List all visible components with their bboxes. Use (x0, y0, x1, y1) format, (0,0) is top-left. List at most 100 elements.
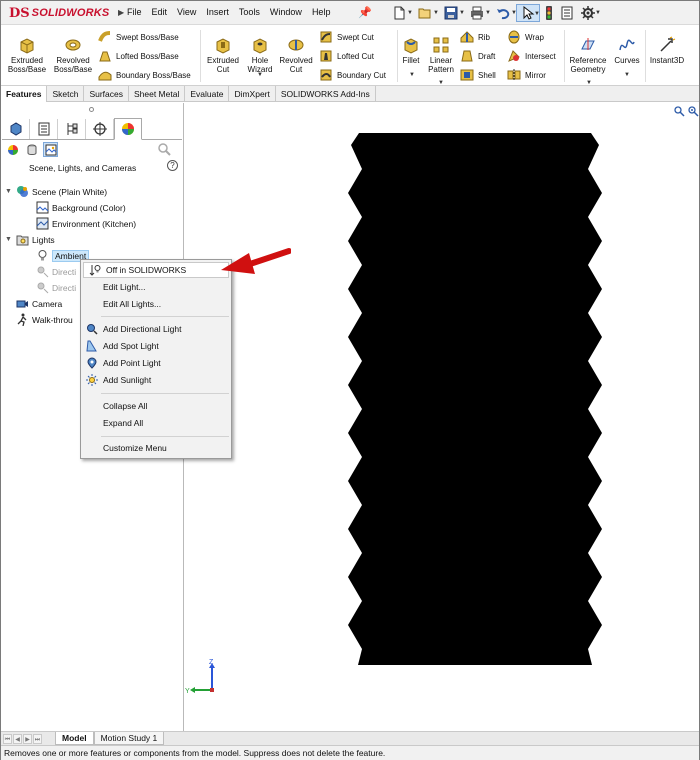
tree-item-lights[interactable]: ▼ Lights (5, 232, 55, 247)
tree-label-lights: Lights (32, 234, 55, 245)
open-button[interactable]: ▼ (412, 4, 439, 22)
expand-arrow-icon[interactable]: ▼ (5, 236, 13, 243)
select-button[interactable]: ▼ (516, 4, 540, 22)
zoom-area-icon[interactable] (688, 106, 699, 117)
reference-geometry-button[interactable]: Reference Geometry (565, 26, 611, 74)
tree-item-background[interactable]: Background (Color) (36, 200, 126, 215)
configuration-manager-tab[interactable] (58, 119, 86, 139)
camera-icon (16, 297, 29, 310)
search-lights-icon[interactable] (158, 143, 171, 156)
swept-cut-button[interactable]: Swept Cut (319, 30, 374, 44)
menu-item-collapse-all[interactable]: Collapse All (81, 398, 231, 414)
tab-surfaces[interactable]: Surfaces (84, 86, 129, 102)
zoom-to-fit-icon[interactable] (674, 106, 685, 117)
fillet-dropdown-icon[interactable]: ▼ (409, 72, 415, 78)
hole-wizard-dropdown-icon[interactable]: ▼ (257, 72, 263, 78)
revolved-cut-button[interactable]: Revolved Cut (276, 26, 316, 74)
last-tab-arrow-icon[interactable]: ⏭ (33, 733, 42, 744)
instant3d-button[interactable]: Instant3D (646, 26, 688, 65)
first-tab-arrow-icon[interactable]: ⏮ (3, 733, 12, 744)
menu-file[interactable]: File (127, 7, 142, 17)
boundary-cut-button[interactable]: Boundary Cut (319, 68, 386, 82)
decals-button[interactable] (24, 142, 39, 157)
tab-solidworks-add-ins[interactable]: SOLIDWORKS Add-Ins (276, 86, 376, 102)
options-button[interactable]: ▼ (576, 4, 601, 22)
menu-insert[interactable]: Insert (206, 7, 229, 17)
tree-item-directional-1[interactable]: Directi (36, 264, 76, 279)
menu-item-off-in-solidworks[interactable]: Off in SOLIDWORKS (83, 262, 229, 278)
scene-lights-cameras-button[interactable] (43, 142, 58, 157)
save-button[interactable]: ▼ (438, 4, 465, 22)
save-icon (444, 6, 458, 20)
tree-item-scene[interactable]: ▼ Scene (Plain White) (5, 184, 107, 199)
menu-help[interactable]: Help (312, 7, 331, 17)
solidworks-window: DS SOLIDWORKS ▶ File Edit View Insert To… (0, 0, 700, 760)
lofted-cut-button[interactable]: Lofted Cut (319, 49, 374, 63)
shell-button[interactable]: Shell (460, 68, 496, 82)
tab-dimxpert[interactable]: DimXpert (229, 86, 276, 102)
file-properties-button[interactable] (558, 4, 576, 22)
menu-label-expand-all: Expand All (103, 418, 144, 428)
tab-model[interactable]: Model (55, 732, 94, 745)
menu-item-add-point-light[interactable]: Add Point Light (81, 355, 231, 371)
help-icon[interactable]: ? (167, 160, 178, 171)
next-tab-arrow-icon[interactable]: ▶ (23, 733, 32, 744)
menu-view[interactable]: View (177, 7, 196, 17)
draft-button[interactable]: Draft (460, 49, 495, 63)
hole-wizard-button[interactable]: Hole Wizard (241, 26, 279, 74)
tree-item-camera[interactable]: Camera (16, 296, 62, 311)
new-document-button[interactable]: ▼ (386, 4, 413, 22)
tab-features[interactable]: Features (1, 86, 48, 102)
wrap-icon (507, 30, 521, 44)
display-manager-tab[interactable] (114, 118, 142, 140)
tab-evaluate[interactable]: Evaluate (185, 86, 230, 102)
pin-icon[interactable]: 📌 (358, 6, 372, 19)
tree-item-environment[interactable]: Environment (Kitchen) (36, 216, 136, 231)
menu-item-expand-all[interactable]: Expand All (81, 415, 231, 431)
tree-item-directional-2[interactable]: Directi (36, 280, 76, 295)
tab-motion-study-1[interactable]: Motion Study 1 (93, 732, 165, 745)
menu-edit[interactable]: Edit (152, 7, 168, 17)
lofted-boss-button[interactable]: Lofted Boss/Base (98, 49, 179, 63)
boundary-boss-button[interactable]: Boundary Boss/Base (98, 68, 191, 82)
curves-dropdown-icon[interactable]: ▼ (624, 72, 630, 78)
revolved-boss-button[interactable]: Revolved Boss/Base (51, 26, 95, 74)
menu-label-collapse-all: Collapse All (103, 401, 148, 411)
tab-sketch[interactable]: Sketch (47, 86, 85, 102)
quick-access-toolbar: ▼ ▼ ▼ ▼ ▼ ▼ ▼ (386, 4, 601, 22)
menu-item-customize-menu[interactable]: Customize Menu (81, 440, 231, 456)
expand-arrow-icon[interactable]: ▼ (5, 188, 13, 195)
panel-grip-icon[interactable] (89, 107, 94, 112)
threaded-part-silhouette[interactable] (348, 133, 602, 665)
wrap-button[interactable]: Wrap (507, 30, 544, 44)
tab-sheet-metal[interactable]: Sheet Metal (129, 86, 186, 102)
menu-item-add-sunlight[interactable]: Add Sunlight (81, 372, 231, 388)
intersect-button[interactable]: Intersect (507, 49, 556, 63)
rebuild-button[interactable] (540, 4, 558, 22)
menu-item-edit-light[interactable]: Edit Light... (81, 279, 231, 295)
menu-item-add-directional-light[interactable]: Add Directional Light (81, 321, 231, 337)
property-manager-tab[interactable] (30, 119, 58, 139)
graphics-area[interactable]: Z Y (185, 103, 699, 731)
menu-tools[interactable]: Tools (239, 7, 260, 17)
mirror-button[interactable]: Mirror (507, 68, 546, 82)
tree-item-walkthrough[interactable]: Walk-throu (16, 312, 73, 327)
solidworks-logo[interactable]: DS SOLIDWORKS (9, 5, 109, 21)
menu-item-edit-all-lights[interactable]: Edit All Lights... (81, 296, 231, 312)
print-button[interactable]: ▼ (464, 4, 491, 22)
rib-button[interactable]: Rib (460, 30, 490, 44)
logo-flyout-arrow-icon[interactable]: ▶ (118, 8, 124, 17)
linear-pattern-button[interactable]: Linear Pattern (425, 26, 457, 74)
fillet-button[interactable]: Fillet (398, 26, 424, 65)
extruded-boss-button[interactable]: Extruded Boss/Base (5, 26, 49, 74)
undo-button[interactable]: ▼ (490, 4, 517, 22)
dimxpert-manager-tab[interactable] (86, 119, 114, 139)
extruded-cut-button[interactable]: Extruded Cut (201, 26, 245, 74)
prev-tab-arrow-icon[interactable]: ◀ (13, 733, 22, 744)
appearances-button[interactable] (5, 142, 20, 157)
swept-boss-button[interactable]: Swept Boss/Base (98, 30, 179, 44)
curves-button[interactable]: Curves (611, 26, 643, 65)
menu-window[interactable]: Window (270, 7, 302, 17)
menu-item-add-spot-light[interactable]: Add Spot Light (81, 338, 231, 354)
feature-manager-tab[interactable] (2, 119, 30, 139)
